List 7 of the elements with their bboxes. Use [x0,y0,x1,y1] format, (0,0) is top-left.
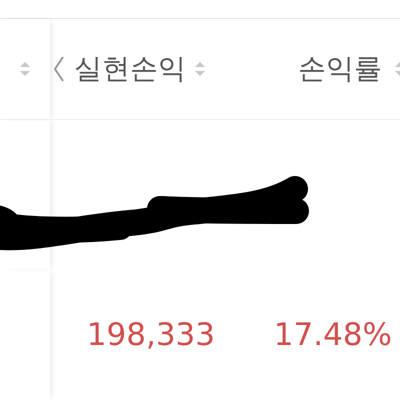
column-header[interactable]: 실현손익 [74,50,186,88]
sort-icon[interactable] [194,60,206,78]
column-header[interactable]: 손익률 [298,50,382,88]
table-cell: 17.48% [274,317,392,353]
chevron-left-icon[interactable] [52,55,66,83]
sort-icon[interactable] [19,60,31,78]
table-cell: 198,333 [86,317,215,353]
